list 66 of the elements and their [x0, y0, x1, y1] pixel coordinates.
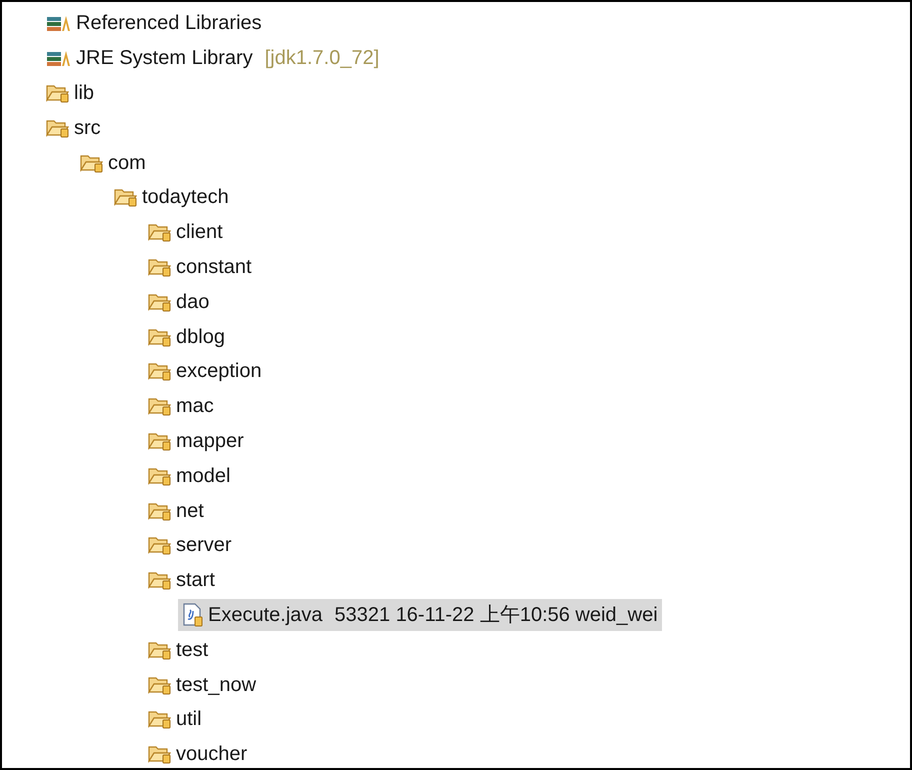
tree-item[interactable]: server [144, 529, 236, 562]
item-label: exception [176, 359, 262, 384]
item-label: dao [176, 290, 210, 315]
folder-icon [148, 640, 172, 660]
folder-icon [46, 82, 70, 103]
folder-icon [148, 361, 172, 382]
folder-icon [80, 152, 104, 173]
item-label: test_now [176, 672, 256, 698]
item-label: JRE System Library [76, 46, 253, 72]
tree-item[interactable]: constant [144, 250, 256, 283]
folder-icon [46, 118, 70, 138]
item-label: net [176, 498, 204, 524]
tree-item[interactable]: net [144, 494, 208, 527]
folder-icon [148, 292, 172, 312]
tree-item[interactable]: mac [144, 390, 218, 422]
folder-icon [148, 256, 172, 277]
tree-item[interactable]: client [144, 216, 227, 248]
tree-item[interactable]: start [144, 564, 219, 596]
folder-icon [148, 744, 172, 764]
item-label: start [176, 568, 215, 594]
tree-item[interactable]: lib [42, 76, 98, 109]
folder-icon [148, 709, 172, 730]
tree-item[interactable]: dblog [144, 320, 229, 353]
item-label: todaytech [142, 185, 229, 210]
folder-icon [114, 187, 138, 208]
item-label: client [176, 220, 223, 246]
tree-item[interactable]: JRE System Library [jdk1.7.0_72] [42, 42, 384, 74]
tree-item[interactable]: dao [144, 286, 214, 318]
item-label: mac [176, 394, 214, 420]
item-decoration: [jdk1.7.0_72] [264, 46, 380, 72]
tree-item[interactable]: Referenced Libraries [42, 7, 266, 40]
tree-item[interactable]: todaytech [110, 181, 233, 214]
tree-item[interactable]: test_now [144, 668, 260, 701]
item-label: test [176, 638, 208, 663]
item-label: Execute.java [208, 602, 323, 628]
folder-icon [148, 222, 172, 242]
tree-item[interactable]: Execute.java 53321 16-11-22 上午10:56 weid_wei [178, 598, 662, 631]
tree-item[interactable]: src [42, 112, 105, 144]
item-label: src [74, 116, 101, 141]
item-label: voucher [176, 742, 248, 768]
item-label: dblog [176, 324, 225, 350]
tree-item[interactable]: com [76, 146, 150, 179]
item-label: model [176, 464, 230, 489]
tree-item[interactable]: mapper [144, 424, 248, 457]
folder-icon [148, 466, 172, 486]
item-decoration: 53321 16-11-22 上午10:56 weid_wei [334, 602, 658, 628]
item-label: mapper [176, 428, 244, 454]
item-label: server [176, 533, 232, 558]
tree-item[interactable]: exception [144, 355, 266, 388]
java-file-icon [182, 602, 204, 627]
tree-item[interactable]: util [144, 703, 206, 736]
item-label: constant [176, 254, 252, 280]
folder-icon [148, 396, 172, 416]
tree-item[interactable]: voucher [144, 738, 252, 768]
tree-item[interactable]: model [144, 460, 234, 492]
folder-icon [148, 570, 172, 590]
item-label: util [176, 707, 202, 732]
folder-icon [148, 500, 172, 521]
folder-icon [148, 430, 172, 451]
item-label: lib [74, 80, 94, 106]
folder-icon [148, 535, 172, 556]
item-label: Referenced Libraries [76, 11, 262, 36]
tree-item[interactable]: test [144, 634, 212, 666]
folder-icon [148, 674, 172, 695]
folder-icon [148, 326, 172, 347]
item-label: com [108, 150, 146, 176]
